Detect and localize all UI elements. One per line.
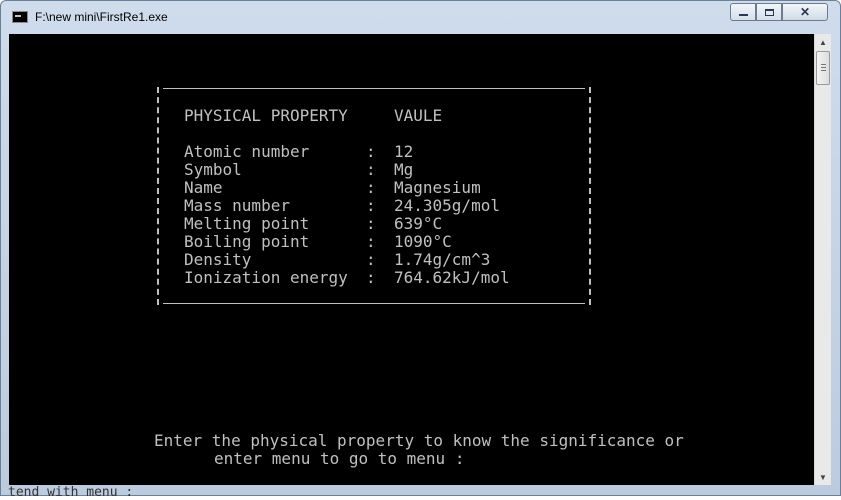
title-bar[interactable]: F:\new mini\FirstRe1.exe ✕ xyxy=(1,1,840,34)
row-value: 1.74g/cm^3 xyxy=(394,250,491,269)
grip-line xyxy=(821,64,826,65)
row-colon: : xyxy=(366,196,376,215)
maximize-icon xyxy=(764,8,774,16)
row-value: 764.62kJ/mol xyxy=(394,268,510,287)
window-controls: ✕ xyxy=(730,3,828,22)
row-value: Mg xyxy=(394,160,414,179)
row-colon: : xyxy=(366,268,376,287)
row-label: Ionization energy xyxy=(184,268,348,287)
row-label: Melting point xyxy=(184,214,310,233)
prompt-line-1: Enter the physical property to know the … xyxy=(154,431,684,450)
grip-line xyxy=(821,70,826,71)
minimize-icon xyxy=(738,14,748,16)
scroll-down-arrow-icon[interactable]: ▼ xyxy=(815,469,831,485)
row-colon: : xyxy=(366,160,376,179)
console-output[interactable]: PHYSICAL PROPERTY VAULE Atomic number : … xyxy=(9,34,814,485)
window-title: F:\new mini\FirstRe1.exe xyxy=(35,10,168,24)
row-value: 12 xyxy=(394,142,414,161)
minimize-button[interactable] xyxy=(730,3,756,21)
maximize-button[interactable] xyxy=(756,3,782,21)
table-header-property: PHYSICAL PROPERTY xyxy=(184,106,348,125)
row-value: 1090°C xyxy=(394,232,452,251)
console-app-icon xyxy=(12,11,28,23)
row-colon: : xyxy=(366,232,376,251)
scrollbar-thumb[interactable] xyxy=(816,51,830,85)
row-colon: : xyxy=(366,250,376,269)
scroll-up-arrow-icon[interactable]: ▲ xyxy=(815,34,831,50)
row-colon: : xyxy=(366,214,376,233)
close-icon: ✕ xyxy=(799,5,811,19)
close-button[interactable]: ✕ xyxy=(782,3,828,21)
row-label: Mass number xyxy=(184,196,290,215)
row-label: Density xyxy=(184,250,252,269)
row-colon: : xyxy=(366,142,376,161)
row-label: Name xyxy=(184,178,223,197)
console-window: F:\new mini\FirstRe1.exe ✕ PHYSICAL PROP… xyxy=(0,0,841,496)
row-label: Boiling point xyxy=(184,232,310,251)
row-value: 24.305g/mol xyxy=(394,196,500,215)
row-label: Symbol xyxy=(184,160,242,179)
row-value: Magnesium xyxy=(394,178,481,197)
row-colon: : xyxy=(366,178,376,197)
table-header-value: VAULE xyxy=(394,106,443,125)
grip-line xyxy=(821,67,826,68)
vertical-scrollbar[interactable]: ▲ ▼ xyxy=(814,34,831,485)
background-window-text: tend with menu : xyxy=(8,485,134,500)
row-value: 639°C xyxy=(394,214,443,233)
row-label: Atomic number xyxy=(184,142,310,161)
prompt-line-2: enter menu to go to menu : xyxy=(214,449,465,468)
